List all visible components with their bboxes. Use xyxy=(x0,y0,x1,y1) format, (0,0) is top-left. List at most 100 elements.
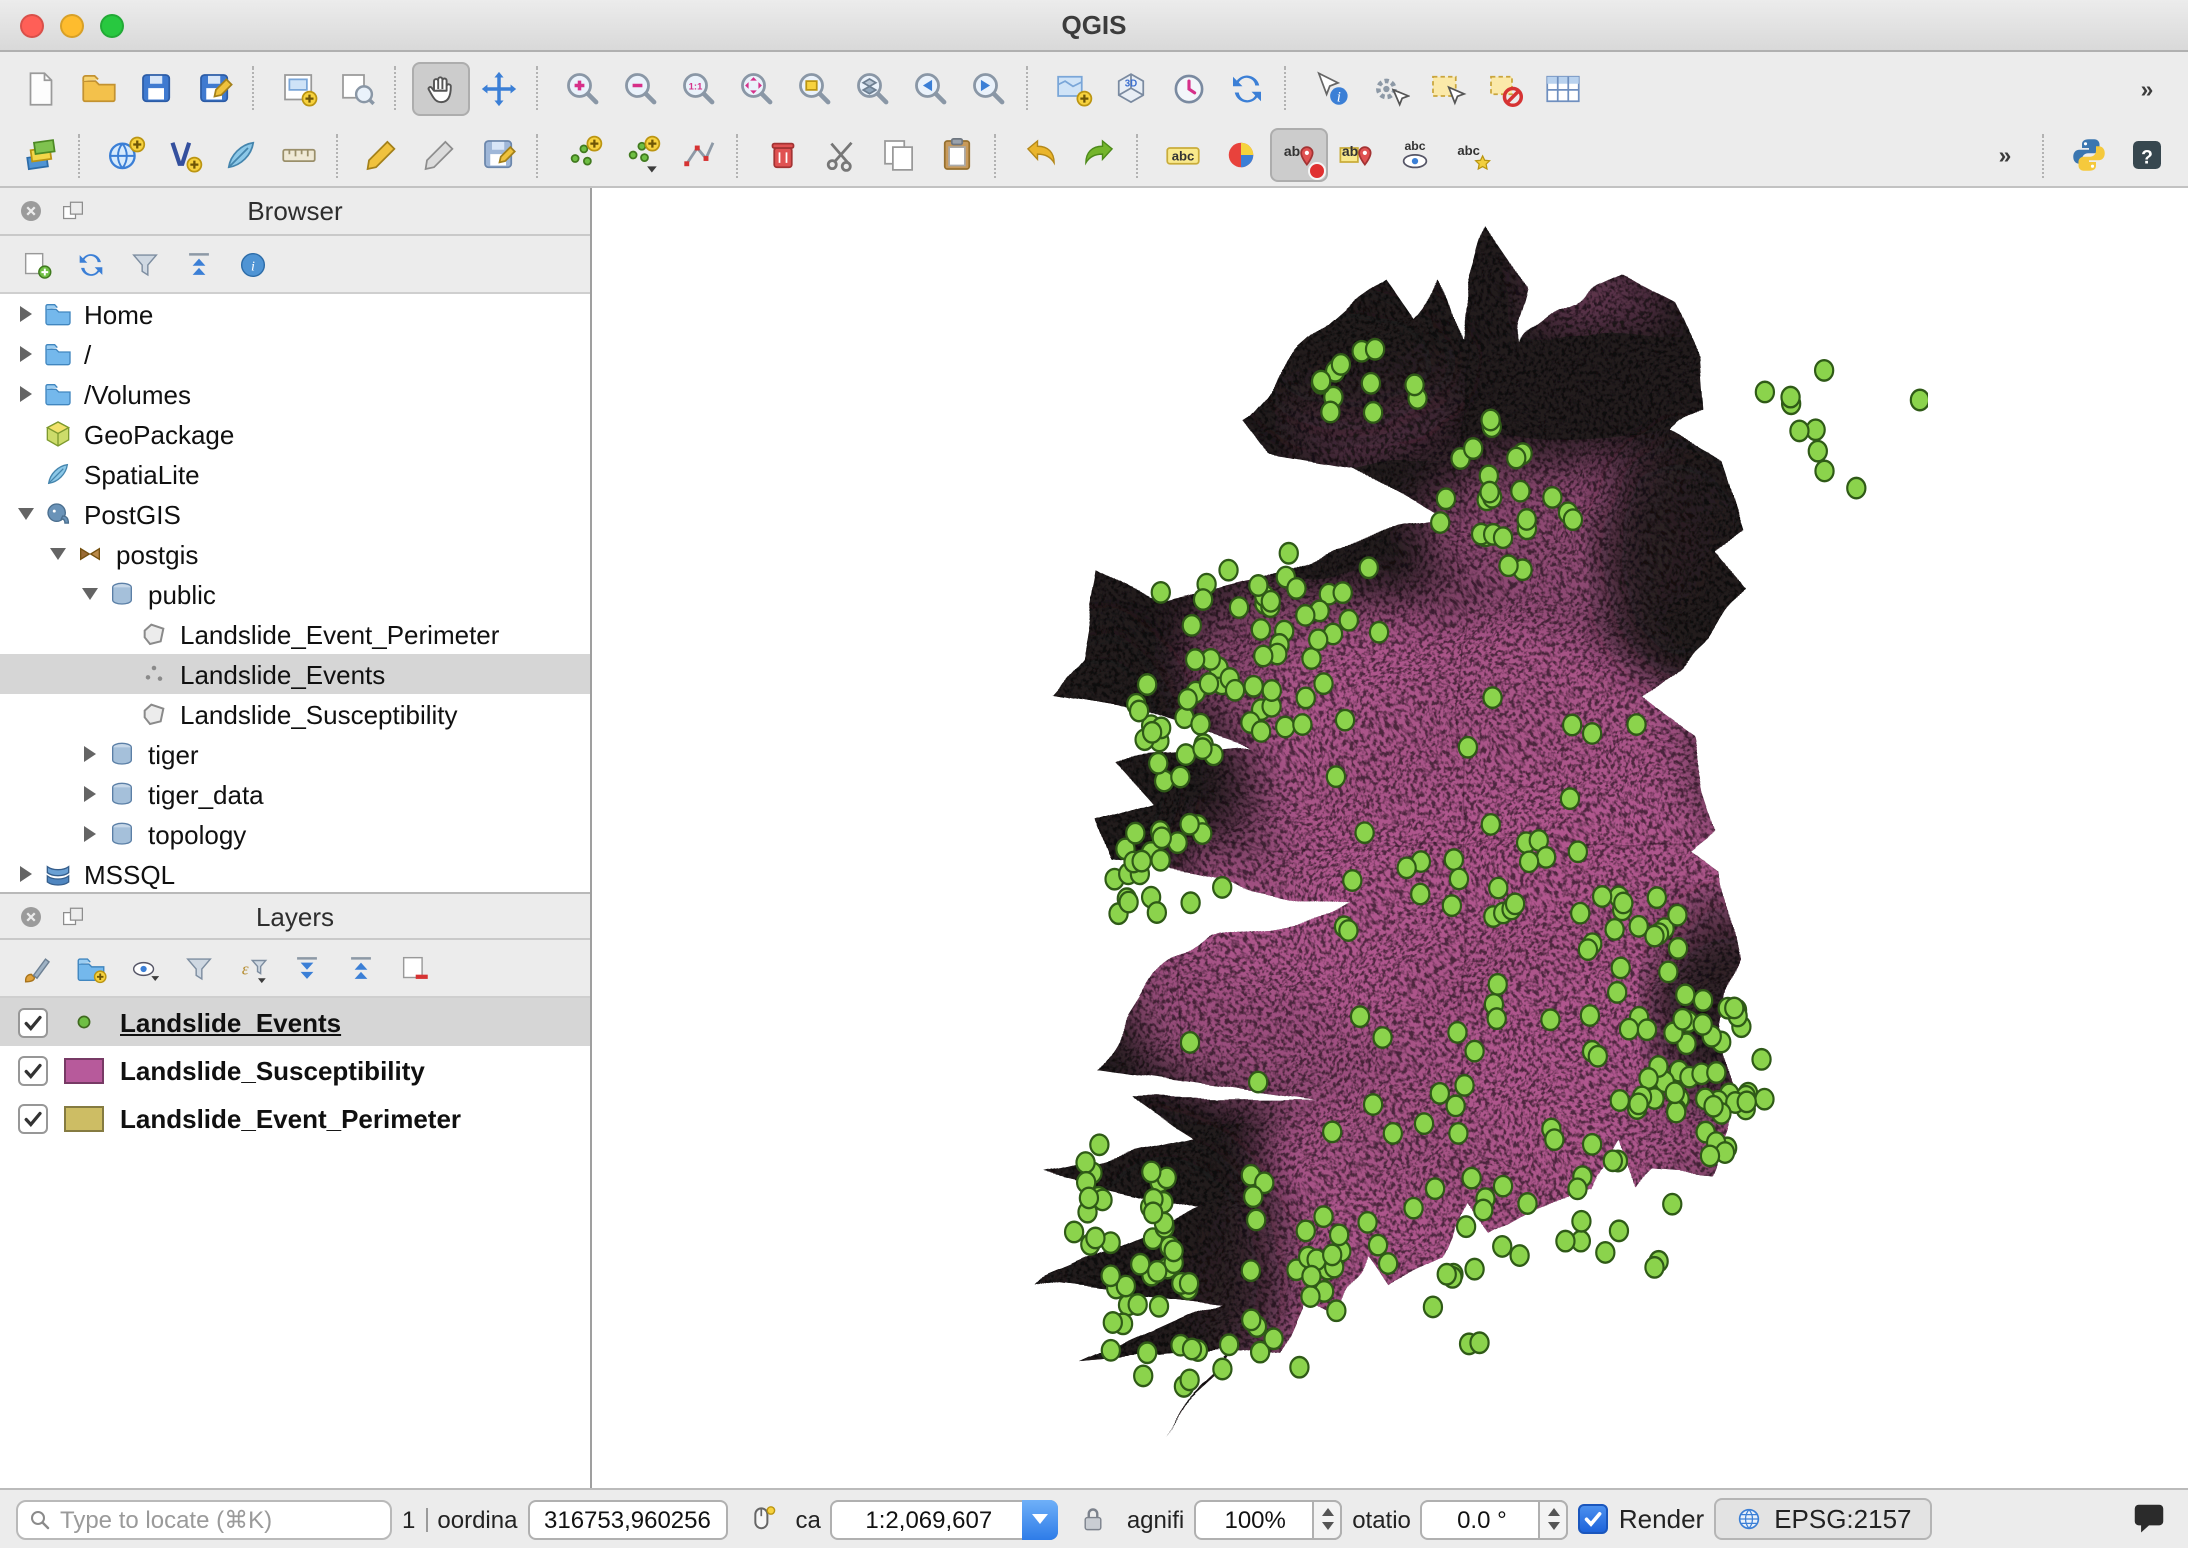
open-layer-styling-button[interactable] xyxy=(12,946,60,990)
browser-tree-item[interactable]: tiger xyxy=(0,734,590,774)
filter-expression-button[interactable]: ε xyxy=(228,946,276,990)
new-map-view-button[interactable] xyxy=(1044,61,1102,115)
expand-all-button[interactable] xyxy=(282,946,330,990)
delete-selected-button[interactable] xyxy=(754,128,812,182)
zoom-to-layer-button[interactable] xyxy=(844,61,902,115)
close-panel-icon[interactable] xyxy=(16,196,46,226)
save-project-button[interactable] xyxy=(128,61,186,115)
manage-themes-button[interactable] xyxy=(120,946,168,990)
minimize-window-button[interactable] xyxy=(60,13,84,37)
zoom-native-button[interactable]: 1:1 xyxy=(670,61,728,115)
float-panel-icon[interactable] xyxy=(58,901,88,931)
add-mssql-layer-button[interactable] xyxy=(270,128,328,182)
layer-row[interactable]: Landslide_Susceptibility xyxy=(0,1046,590,1094)
browser-tree-item[interactable]: topology xyxy=(0,814,590,854)
highlight-pinned-labels-button[interactable]: ab xyxy=(1328,128,1386,182)
magnifier-input[interactable] xyxy=(1204,1505,1306,1533)
expand-arrow-icon[interactable] xyxy=(12,346,38,362)
save-layer-edits-button[interactable] xyxy=(470,128,528,182)
locator-search[interactable] xyxy=(16,1499,392,1539)
scale-input[interactable] xyxy=(841,1505,1017,1533)
zoom-in-button[interactable] xyxy=(554,61,612,115)
expand-arrow-icon[interactable] xyxy=(44,548,70,560)
render-toggle[interactable]: Render xyxy=(1579,1504,1704,1534)
new-project-button[interactable] xyxy=(12,61,70,115)
layer-row[interactable]: Landslide_Events xyxy=(0,998,590,1046)
zoom-to-selection-button[interactable] xyxy=(786,61,844,115)
browser-tree-item[interactable]: /Volumes xyxy=(0,374,590,414)
overflow-button[interactable]: » xyxy=(2118,61,2176,115)
add-selected-layers-button[interactable] xyxy=(12,242,60,286)
refresh-button[interactable] xyxy=(1218,61,1276,115)
add-point-dropdown-button[interactable] xyxy=(612,128,670,182)
python-console-button[interactable] xyxy=(2060,128,2118,182)
browser-tree-item[interactable]: Landslide_Susceptibility xyxy=(0,694,590,734)
browser-tree-item[interactable]: postgis xyxy=(0,534,590,574)
remove-layer-button[interactable] xyxy=(390,946,438,990)
map-canvas[interactable] xyxy=(592,188,2188,1488)
show-layout-manager-button[interactable] xyxy=(328,61,386,115)
collapse-all-button[interactable] xyxy=(174,242,222,286)
zoom-last-button[interactable] xyxy=(902,61,960,115)
browser-tree-item[interactable]: SpatiaLite xyxy=(0,454,590,494)
add-group-button[interactable] xyxy=(66,946,114,990)
identify-features-button[interactable]: i xyxy=(1302,61,1360,115)
overflow-button[interactable]: » xyxy=(1976,128,2034,182)
layer-visibility-checkbox[interactable] xyxy=(18,1007,48,1037)
rotation-spinbox[interactable] xyxy=(1421,1499,1569,1539)
expand-arrow-icon[interactable] xyxy=(76,826,102,842)
run-feature-action-button[interactable] xyxy=(1360,61,1418,115)
redo-button[interactable] xyxy=(1070,128,1128,182)
add-point-feature-button[interactable] xyxy=(554,128,612,182)
layer-visibility-checkbox[interactable] xyxy=(18,1055,48,1085)
layer-row[interactable]: Landslide_Event_Perimeter xyxy=(0,1094,590,1142)
float-panel-icon[interactable] xyxy=(58,196,88,226)
collapse-all-button[interactable] xyxy=(336,946,384,990)
expand-arrow-icon[interactable] xyxy=(12,386,38,402)
layer-diagram-button[interactable] xyxy=(1212,128,1270,182)
close-window-button[interactable] xyxy=(20,13,44,37)
zoom-window-button[interactable] xyxy=(100,13,124,37)
toggle-editing-button[interactable] xyxy=(412,128,470,182)
filter-legend-button[interactable] xyxy=(174,946,222,990)
pan-to-selection-button[interactable] xyxy=(470,61,528,115)
current-edits-button[interactable] xyxy=(354,128,412,182)
browser-tree-item[interactable]: tiger_data xyxy=(0,774,590,814)
scale-combo[interactable] xyxy=(831,1499,1059,1539)
browser-tree-item[interactable]: public xyxy=(0,574,590,614)
cut-features-button[interactable] xyxy=(812,128,870,182)
add-spatialite-layer-button[interactable] xyxy=(212,128,270,182)
add-wms-layer-button[interactable] xyxy=(96,128,154,182)
crs-button[interactable]: EPSG:2157 xyxy=(1714,1498,1931,1540)
paste-features-button[interactable] xyxy=(928,128,986,182)
new-print-layout-button[interactable] xyxy=(270,61,328,115)
change-label-button[interactable]: abc xyxy=(1444,128,1502,182)
expand-arrow-icon[interactable] xyxy=(76,588,102,600)
open-attribute-table-button[interactable] xyxy=(1534,61,1592,115)
browser-tree-item[interactable]: GeoPackage xyxy=(0,414,590,454)
scale-dropdown-icon[interactable] xyxy=(1023,1499,1059,1539)
add-vector-layer-button[interactable] xyxy=(154,128,212,182)
deselect-features-button[interactable] xyxy=(1476,61,1534,115)
coordinate-box[interactable] xyxy=(527,1499,727,1539)
magnifier-spinbox[interactable] xyxy=(1194,1499,1342,1539)
vertex-tool-button[interactable] xyxy=(670,128,728,182)
messages-icon[interactable] xyxy=(2124,1497,2172,1541)
spin-steppers[interactable] xyxy=(1539,1499,1569,1539)
close-panel-icon[interactable] xyxy=(16,901,46,931)
expand-arrow-icon[interactable] xyxy=(76,746,102,762)
browser-tree-item[interactable]: MSSQL xyxy=(0,854,590,892)
refresh-browser-button[interactable] xyxy=(66,242,114,286)
layer-visibility-checkbox[interactable] xyxy=(18,1103,48,1133)
undo-button[interactable] xyxy=(1012,128,1070,182)
expand-arrow-icon[interactable] xyxy=(12,866,38,882)
pin-labels-button[interactable]: ab xyxy=(1270,128,1328,182)
browser-tree-item[interactable]: Home xyxy=(0,294,590,334)
help-button[interactable]: ? xyxy=(2118,128,2176,182)
render-checkbox[interactable] xyxy=(1579,1504,1609,1534)
extents-toggle-icon[interactable] xyxy=(737,1497,785,1541)
show-hidden-labels-button[interactable]: abc xyxy=(1386,128,1444,182)
save-project-as-button[interactable] xyxy=(186,61,244,115)
expand-arrow-icon[interactable] xyxy=(12,508,38,520)
layer-labeling-button[interactable]: abc xyxy=(1154,128,1212,182)
